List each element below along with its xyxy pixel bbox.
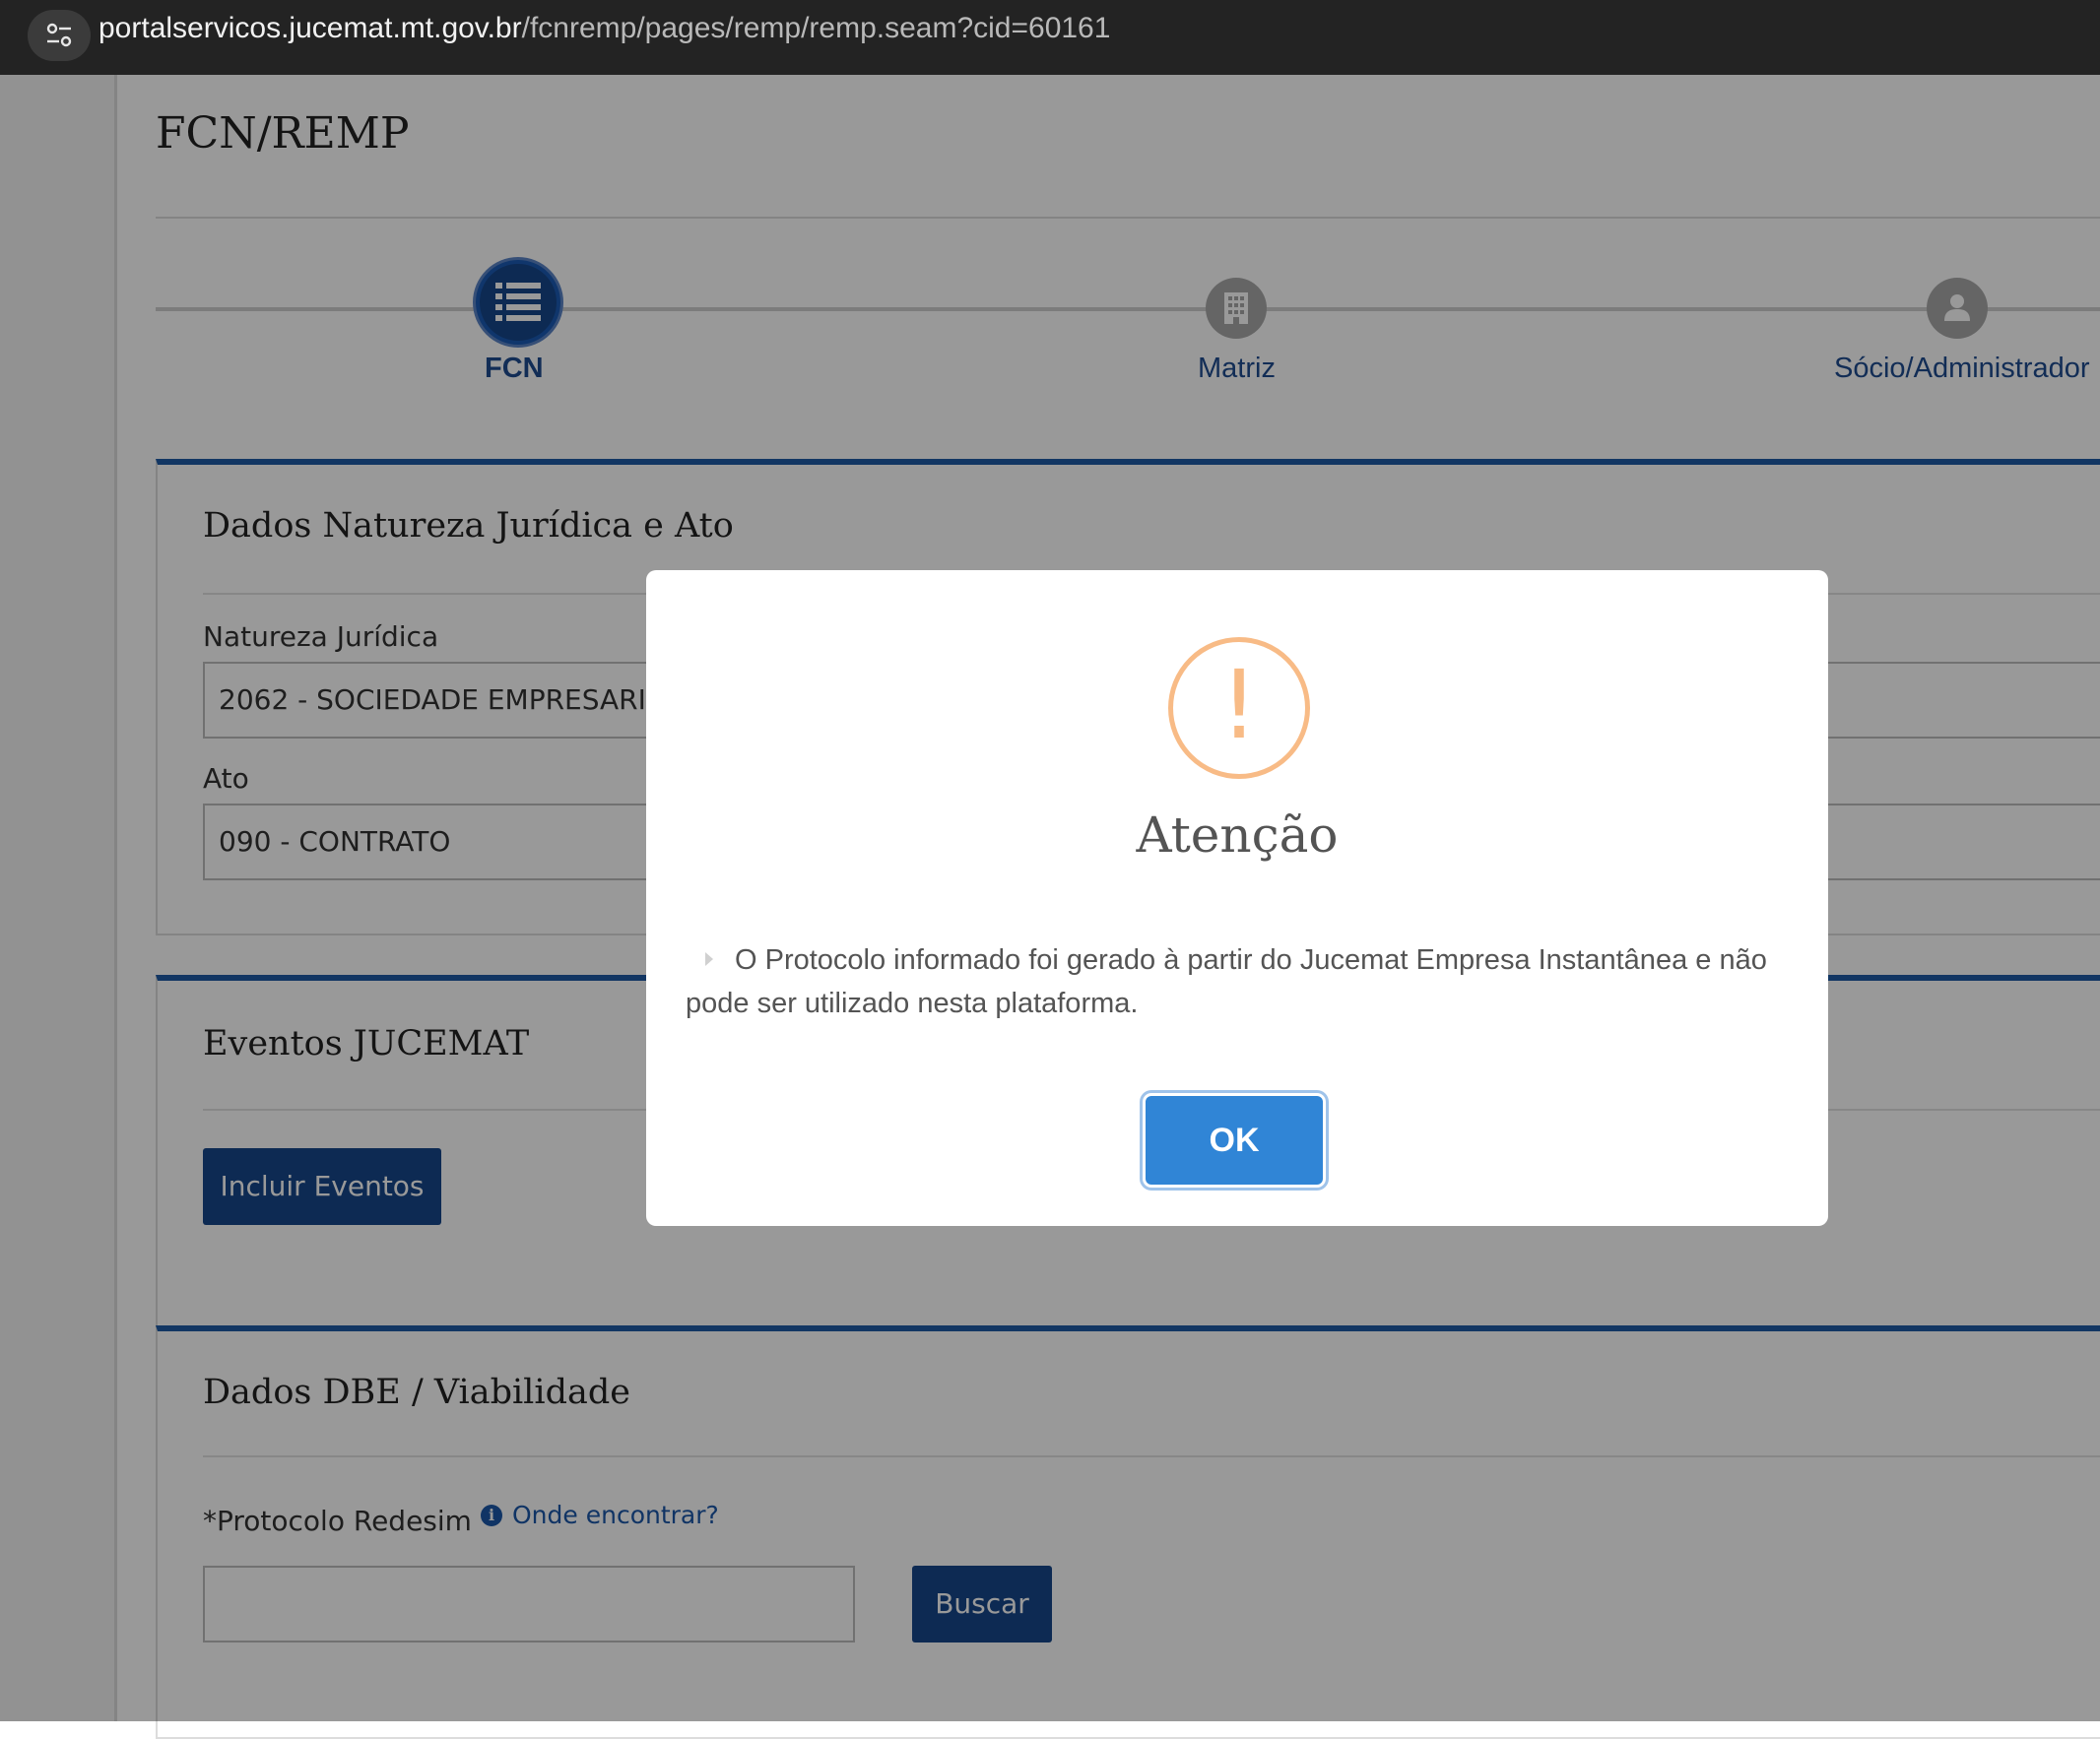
alert-modal: ! Atenção O Protocolo informado foi gera…	[646, 570, 1828, 1226]
modal-title: Atenção	[1136, 806, 1339, 864]
modal-message-text: O Protocolo informado foi gerado à parti…	[686, 944, 1767, 1019]
warning-glyph: !	[1219, 650, 1259, 760]
bullet-icon	[705, 952, 713, 966]
ok-button[interactable]: OK	[1146, 1096, 1323, 1185]
url-path: /fcnremp/pages/remp/remp.seam?cid=60161	[521, 12, 1111, 44]
url-text[interactable]: portalservicos.jucemat.mt.gov.br/fcnremp…	[98, 12, 1110, 45]
browser-url-bar: portalservicos.jucemat.mt.gov.br/fcnremp…	[0, 0, 2100, 75]
modal-message: O Protocolo informado foi gerado à parti…	[686, 938, 1789, 1025]
url-host: portalservicos.jucemat.mt.gov.br	[98, 12, 522, 44]
warning-icon: !	[1168, 637, 1310, 779]
tune-icon[interactable]	[28, 10, 91, 61]
